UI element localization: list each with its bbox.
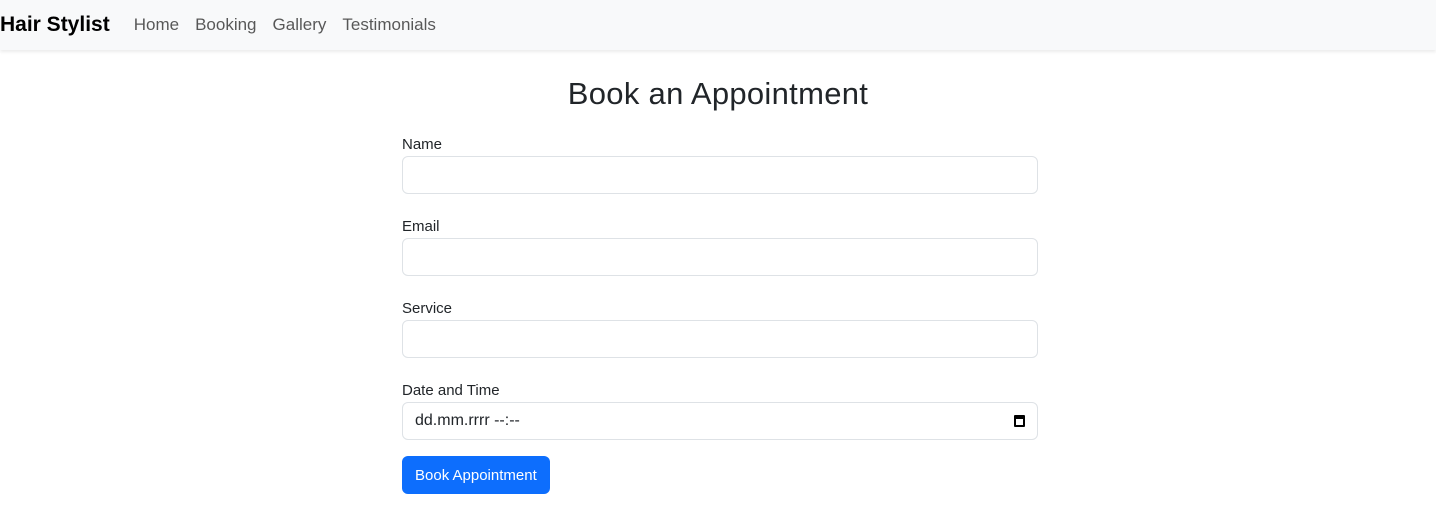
nav-booking[interactable]: Booking (195, 15, 256, 35)
name-label: Name (402, 136, 443, 153)
email-input[interactable] (402, 238, 1038, 276)
datetime-input[interactable]: dd.mm.rrrr --:-- (402, 402, 1038, 440)
nav-home[interactable]: Home (134, 15, 179, 35)
datetime-placeholder: dd.mm.rrrr --:-- (415, 412, 520, 429)
page-title: Book an Appointment (567, 76, 869, 111)
service-input[interactable] (402, 320, 1038, 358)
brand[interactable]: Hair Stylist (0, 13, 110, 37)
nav-gallery[interactable]: Gallery (273, 15, 327, 35)
nav-testimonials[interactable]: Testimonials (342, 15, 436, 35)
booking-form: Name Email Service Date and Time dd.mm.r… (402, 136, 1038, 494)
datetime-label: Date and Time (402, 382, 500, 399)
navbar: Hair Stylist Home Booking Gallery Testim… (0, 0, 1436, 50)
email-label: Email (402, 218, 440, 235)
book-appointment-button[interactable]: Book Appointment (402, 456, 550, 494)
service-label: Service (402, 300, 453, 317)
name-input[interactable] (402, 156, 1038, 194)
calendar-icon[interactable] (1014, 415, 1025, 427)
